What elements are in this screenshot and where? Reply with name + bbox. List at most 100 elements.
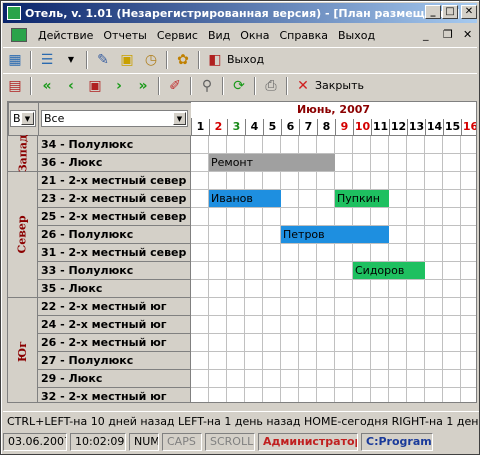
day-cell[interactable] [425,208,443,226]
room-row-label[interactable]: 27 - Полулюкс [38,352,191,370]
day-cell[interactable] [191,388,209,402]
day-cell[interactable] [263,280,281,298]
day-cell[interactable] [209,136,227,154]
day-cell[interactable] [263,316,281,334]
day-cell[interactable] [461,370,476,388]
day-cell[interactable] [335,388,353,402]
day-cell[interactable] [389,136,407,154]
day-cell[interactable] [425,244,443,262]
day-cell[interactable] [389,208,407,226]
day-cell[interactable] [353,316,371,334]
back-10-days-icon[interactable]: « [38,77,56,95]
room-row-label[interactable]: 21 - 2-х местный север [38,172,191,190]
day-cell[interactable] [425,262,443,280]
day-cell[interactable] [227,388,245,402]
forward-1-day-icon[interactable]: › [110,77,128,95]
menu-item-3[interactable]: Вид [203,29,235,42]
day-cell[interactable] [281,316,299,334]
day-cell[interactable] [317,370,335,388]
booking-bar[interactable]: Пупкин [335,190,389,207]
day-cell[interactable] [407,352,425,370]
day-cell[interactable] [353,280,371,298]
room-row-label[interactable]: 26 - 2-х местный юг [38,334,191,352]
day-cell[interactable] [353,244,371,262]
day-cell[interactable] [227,244,245,262]
day-cell[interactable] [353,352,371,370]
pen-icon[interactable]: ✐ [166,77,184,95]
day-cell[interactable] [461,352,476,370]
day-cell[interactable] [299,316,317,334]
day-cell[interactable] [227,298,245,316]
day-cell[interactable] [335,370,353,388]
day-cell[interactable] [245,280,263,298]
day-cell[interactable] [425,154,443,172]
day-cell[interactable] [317,244,335,262]
day-cell[interactable] [209,388,227,402]
day-cell[interactable] [281,172,299,190]
minimize-button[interactable]: _ [425,5,441,19]
calendar-icon[interactable]: ▤ [6,77,24,95]
day-cell[interactable] [407,388,425,402]
day-cell[interactable] [461,316,476,334]
day-cell[interactable] [209,226,227,244]
day-cell[interactable] [371,334,389,352]
calculator-icon[interactable]: ▣ [118,51,136,69]
day-cell[interactable] [443,370,461,388]
day-cell[interactable] [245,262,263,280]
day-cell[interactable] [335,334,353,352]
day-cell[interactable] [425,136,443,154]
day-cell[interactable] [191,352,209,370]
day-cell[interactable] [317,316,335,334]
day-cell[interactable] [263,298,281,316]
day-cell[interactable] [299,190,317,208]
day-cell[interactable] [299,172,317,190]
room-row-label[interactable]: 26 - Полулюкс [38,226,191,244]
day-cell[interactable] [209,208,227,226]
day-cell[interactable] [443,244,461,262]
day-cell[interactable] [407,190,425,208]
day-cell[interactable] [389,244,407,262]
document-icon[interactable] [11,28,27,42]
day-cell[interactable] [209,172,227,190]
day-cell[interactable] [245,370,263,388]
clock-icon[interactable]: ◷ [142,51,160,69]
day-cell[interactable] [443,334,461,352]
room-row-label[interactable]: 25 - 2-х местный север [38,208,191,226]
print-icon[interactable]: ⎙ [262,77,280,95]
day-cell[interactable] [281,388,299,402]
day-cell[interactable] [191,244,209,262]
day-cell[interactable] [335,208,353,226]
day-cell[interactable] [389,388,407,402]
room-filter-select[interactable]: Все ▼ [41,110,188,127]
day-cell[interactable] [191,136,209,154]
day-cell[interactable] [353,154,371,172]
day-cell[interactable] [443,172,461,190]
day-cell[interactable] [461,262,476,280]
day-cell[interactable] [227,136,245,154]
day-cell[interactable] [191,298,209,316]
menu-item-0[interactable]: Действие [33,29,98,42]
day-cell[interactable] [209,280,227,298]
menu-item-1[interactable]: Отчеты [98,29,151,42]
day-cell[interactable] [389,280,407,298]
menu-item-2[interactable]: Сервис [152,29,203,42]
settings-gear-icon[interactable]: ✿ [174,51,192,69]
grid-view-icon[interactable]: ▦ [6,51,24,69]
day-cell[interactable] [317,172,335,190]
day-cell[interactable] [461,172,476,190]
day-cell[interactable] [389,334,407,352]
day-cell[interactable] [299,298,317,316]
back-1-day-icon[interactable]: ‹ [62,77,80,95]
day-cell[interactable] [425,226,443,244]
day-cell[interactable] [299,388,317,402]
day-cell[interactable] [353,370,371,388]
day-cell[interactable] [281,190,299,208]
day-cell[interactable] [317,280,335,298]
day-cell[interactable] [443,208,461,226]
day-cell[interactable] [299,280,317,298]
day-cell[interactable] [209,370,227,388]
menu-item-5[interactable]: Справка [275,29,333,42]
day-cell[interactable] [299,370,317,388]
day-cell[interactable] [299,334,317,352]
day-cell[interactable] [191,370,209,388]
